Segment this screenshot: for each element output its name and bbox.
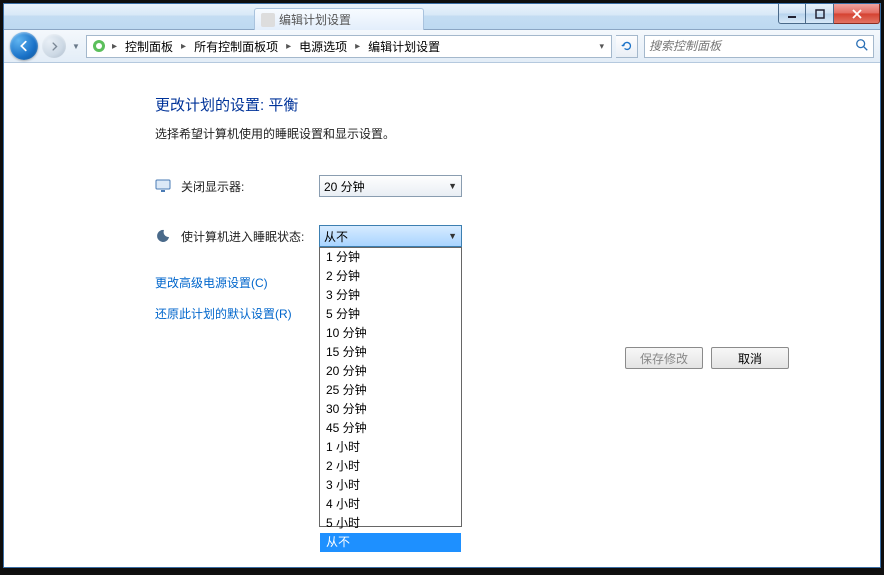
sleep-option[interactable]: 4 小时 [320,495,461,514]
title-tab: 编辑计划设置 [254,8,424,30]
breadcrumb-separator-icon: ▸ [352,41,363,52]
search-box[interactable] [644,35,874,58]
search-input[interactable] [649,39,855,53]
breadcrumb-separator-icon: ▸ [178,41,189,52]
sleep-dropdown-list: 1 分钟2 分钟3 分钟5 分钟10 分钟15 分钟20 分钟25 分钟30 分… [319,247,462,527]
sleep-option[interactable]: 5 分钟 [320,305,461,324]
sleep-option[interactable]: 45 分钟 [320,419,461,438]
sleep-option[interactable]: 15 分钟 [320,343,461,362]
sleep-option[interactable]: 5 小时 [320,514,461,533]
restore-defaults-link[interactable]: 还原此计划的默认设置(R) [155,307,292,321]
sleep-option[interactable]: 2 分钟 [320,267,461,286]
sleep-option[interactable]: 2 小时 [320,457,461,476]
sleep-option[interactable]: 20 分钟 [320,362,461,381]
breadcrumb-separator-icon: ▸ [283,41,294,52]
cancel-button[interactable]: 取消 [711,347,789,369]
address-bar[interactable]: ▸ 控制面板 ▸ 所有控制面板项 ▸ 电源选项 ▸ 编辑计划设置 ▾ [86,35,612,58]
restore-link-row: 还原此计划的默认设置(R) [155,305,879,322]
minimize-button[interactable] [778,4,806,24]
history-dropdown-icon[interactable]: ▼ [70,42,82,51]
breadcrumb-item[interactable]: 所有控制面板项 [191,37,281,56]
close-button[interactable] [834,4,880,24]
sleep-option[interactable]: 1 分钟 [320,248,461,267]
monitor-icon [155,178,171,194]
breadcrumb-separator-icon: ▸ [109,41,120,52]
content-pane: 更改计划的设置: 平衡 选择希望计算机使用的睡眠设置和显示设置。 关闭显示器: … [5,64,879,566]
sleep-option[interactable]: 3 小时 [320,476,461,495]
sleep-option[interactable]: 3 分钟 [320,286,461,305]
display-off-value: 20 分钟 [324,178,365,195]
address-dropdown-icon[interactable]: ▾ [596,41,607,52]
chevron-down-icon: ▼ [448,231,457,241]
save-button[interactable]: 保存修改 [625,347,703,369]
control-panel-icon [91,38,107,54]
titlebar: 编辑计划设置 [4,4,880,30]
sleep-option[interactable]: 30 分钟 [320,400,461,419]
setting-display-off: 关闭显示器: 20 分钟 ▼ [155,174,879,198]
window-controls [778,4,880,24]
advanced-settings-link[interactable]: 更改高级电源设置(C) [155,276,268,290]
breadcrumb-item[interactable]: 电源选项 [296,37,350,56]
setting-sleep: 使计算机进入睡眠状态: 从不 ▼ 1 分钟2 分钟3 分钟5 分钟10 分钟15… [155,224,879,248]
search-icon[interactable] [855,38,869,55]
sleep-option[interactable]: 从不 [320,533,461,552]
page-title: 更改计划的设置: 平衡 [155,94,879,115]
refresh-button[interactable] [616,35,638,58]
advanced-link-row: 更改高级电源设置(C) [155,274,879,291]
breadcrumb-item[interactable]: 控制面板 [122,37,176,56]
forward-button[interactable] [42,34,66,58]
tab-favicon [261,13,275,27]
page-subtext: 选择希望计算机使用的睡眠设置和显示设置。 [155,125,879,142]
sleep-option[interactable]: 10 分钟 [320,324,461,343]
sleep-combo[interactable]: 从不 ▼ 1 分钟2 分钟3 分钟5 分钟10 分钟15 分钟20 分钟25 分… [319,225,462,247]
sleep-option[interactable]: 25 分钟 [320,381,461,400]
display-off-combo[interactable]: 20 分钟 ▼ [319,175,462,197]
moon-icon [155,228,171,244]
tab-title: 编辑计划设置 [279,11,351,28]
back-button[interactable] [10,32,38,60]
maximize-button[interactable] [806,4,834,24]
sleep-option[interactable]: 1 小时 [320,438,461,457]
chevron-down-icon: ▼ [448,181,457,191]
button-row: 保存修改 取消 [625,347,789,369]
breadcrumb-item[interactable]: 编辑计划设置 [365,37,443,56]
sleep-label: 使计算机进入睡眠状态: [181,228,309,245]
control-panel-window: 编辑计划设置 ▼ ▸ 控制面板 ▸ 所有控制面板项 ▸ 电源选项 ▸ 编辑计划 [3,3,881,568]
display-off-label: 关闭显示器: [181,178,309,195]
navigation-bar: ▼ ▸ 控制面板 ▸ 所有控制面板项 ▸ 电源选项 ▸ 编辑计划设置 ▾ [4,30,880,63]
sleep-value: 从不 [324,228,348,245]
